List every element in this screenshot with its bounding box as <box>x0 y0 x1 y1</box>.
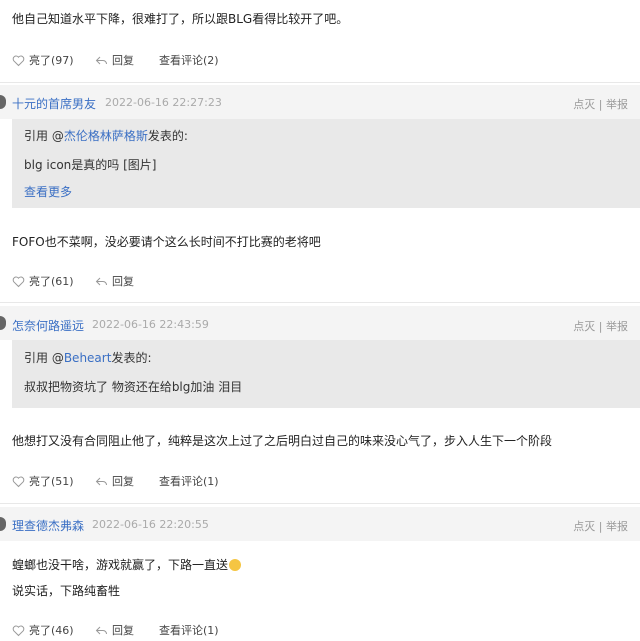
comment-timestamp: 2022-06-16 22:27:23 <box>105 96 222 109</box>
like-label: 亮了(61) <box>29 275 74 288</box>
heart-icon <box>12 275 25 288</box>
view-replies-button[interactable]: 查看评论(2) <box>159 52 219 68</box>
divider <box>0 82 640 83</box>
like-button[interactable]: 亮了(46) <box>12 622 74 638</box>
reply-button[interactable]: 回复 <box>95 473 134 489</box>
view-replies-button[interactable]: 查看评论(1) <box>159 622 219 638</box>
username-link[interactable]: 理查德杰弗森 <box>12 517 84 534</box>
reply-button[interactable]: 回复 <box>95 52 134 68</box>
reply-arrow-icon <box>95 475 108 488</box>
heart-icon <box>12 54 25 67</box>
view-replies-label: 查看评论(1) <box>159 475 219 488</box>
view-more-link[interactable]: 查看更多 <box>24 183 72 200</box>
username-link[interactable]: 十元的首席男友 <box>12 95 96 112</box>
like-button[interactable]: 亮了(51) <box>12 473 74 489</box>
reply-label: 回复 <box>112 275 134 288</box>
quote-text: blg icon是真的吗 [图片] <box>24 158 157 172</box>
reply-button[interactable]: 回复 <box>95 622 134 638</box>
reply-arrow-icon <box>95 275 108 288</box>
heart-icon <box>12 475 25 488</box>
view-replies-label: 查看评论(1) <box>159 624 219 637</box>
like-label: 亮了(46) <box>29 624 74 637</box>
quote-header: 引用 @杰伦格林萨格斯发表的: <box>24 129 188 143</box>
reply-label: 回复 <box>112 475 134 488</box>
reply-label: 回复 <box>112 624 134 637</box>
comment-body-line: 说实话，下路纯畜牲 <box>12 584 121 598</box>
grinning-face-emoji <box>229 559 242 571</box>
like-button[interactable]: 亮了(61) <box>12 273 74 289</box>
quoted-user-link[interactable]: Beheart <box>64 351 112 365</box>
dislike-report-links[interactable]: 点灭 | 举报 <box>573 318 628 334</box>
divider <box>0 503 640 504</box>
quote-text: 叔叔把物资坑了 物资还在给blg加油 泪目 <box>24 380 243 394</box>
like-label: 亮了(97) <box>29 54 74 67</box>
comment-body-line: 蝗螂也没干啥，游戏就赢了，下路一直送 <box>12 556 242 573</box>
dislike-report-links[interactable]: 点灭 | 举报 <box>573 518 628 534</box>
comment-body-line: 他自己知道水平下降，很难打了，所以跟BLG看得比较开了吧。 <box>12 12 349 26</box>
divider <box>0 302 640 303</box>
comment-body-line: 他想打又没有合同阻止他了，纯粹是这次上过了之后明白过自己的味来没心气了，步入人生… <box>12 434 553 448</box>
quote-header: 引用 @Beheart发表的: <box>24 351 152 365</box>
quoted-user-link[interactable]: 杰伦格林萨格斯 <box>64 129 148 143</box>
like-button[interactable]: 亮了(97) <box>12 52 74 68</box>
view-replies-button[interactable]: 查看评论(1) <box>159 473 219 489</box>
dislike-report-links[interactable]: 点灭 | 举报 <box>573 96 628 112</box>
reply-button[interactable]: 回复 <box>95 273 134 289</box>
comment-timestamp: 2022-06-16 22:43:59 <box>92 318 209 331</box>
reply-arrow-icon <box>95 624 108 637</box>
heart-icon <box>12 624 25 637</box>
reply-arrow-icon <box>95 54 108 67</box>
username-link[interactable]: 怎奈何路遥远 <box>12 317 84 334</box>
view-replies-label: 查看评论(2) <box>159 54 219 67</box>
comment-timestamp: 2022-06-16 22:20:55 <box>92 518 209 531</box>
like-label: 亮了(51) <box>29 475 74 488</box>
reply-label: 回复 <box>112 54 134 67</box>
comment-body-line: FOFO也不菜啊，没必要请个这么长时间不打比赛的老将吧 <box>12 235 321 249</box>
